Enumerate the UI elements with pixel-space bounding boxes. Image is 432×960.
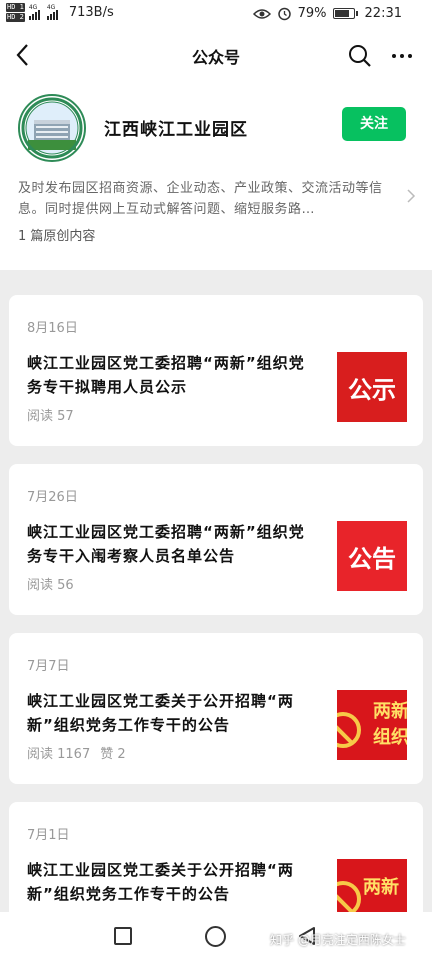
more-icon[interactable]	[390, 44, 414, 68]
sim-indicators: HD 1 HD 2	[6, 3, 25, 22]
network2-label: 4G	[46, 3, 56, 11]
clock: 22:31	[364, 6, 402, 21]
recent-apps-icon[interactable]	[114, 927, 132, 945]
chevron-right-icon[interactable]	[406, 189, 416, 203]
article-title[interactable]: 峡江工业园区党工委关于公开招聘“两新”组织党务工作专干的公告	[27, 689, 317, 737]
battery-percent: 79%	[297, 6, 327, 21]
read-count: 阅读 56	[27, 578, 74, 593]
account-logo[interactable]	[18, 94, 86, 162]
account-name: 江西峡江工业园区	[104, 120, 248, 140]
sim1-label: HD 1	[6, 3, 25, 12]
original-count[interactable]: 1 篇原创内容	[18, 225, 95, 244]
logo-image	[21, 97, 83, 159]
status-left: HD 1 HD 2 4G 4G 713B/s	[6, 3, 114, 22]
battery-icon	[332, 8, 358, 19]
article-stats: 阅读 1167 赞 2	[27, 743, 126, 762]
article-thumbnail[interactable]: 两新	[337, 859, 407, 919]
search-icon[interactable]	[348, 44, 372, 68]
article-date: 7月26日	[27, 490, 78, 505]
alarm-icon	[277, 7, 291, 21]
article-title[interactable]: 峡江工业园区党工委招聘“两新”组织党务专干拟聘用人员公示	[27, 351, 317, 399]
like-count: 赞 2	[100, 747, 126, 762]
article-card[interactable]: 8月16日 峡江工业园区党工委招聘“两新”组织党务专干拟聘用人员公示 阅读 57…	[9, 295, 423, 446]
watermark: 知乎 @月亮注定西陈女士	[270, 933, 406, 947]
article-date: 7月1日	[27, 828, 70, 843]
status-right: 79% 22:31	[252, 6, 402, 21]
thumbnail-label: 公告	[348, 544, 396, 573]
thumbnail-label: 公示	[348, 375, 396, 404]
account-description[interactable]: 及时发布园区招商资源、企业动态、产业政策、交流活动等信息。同时提供网上互动式解答…	[18, 178, 400, 220]
article-card[interactable]: 7月7日 峡江工业园区党工委关于公开招聘“两新”组织党务工作专干的公告 阅读 1…	[9, 633, 423, 784]
nav-bar: 公众号	[0, 30, 432, 82]
party-emblem-icon	[337, 881, 361, 917]
article-title[interactable]: 峡江工业园区党工委招聘“两新”组织党务专干入闱考察人员名单公告	[27, 520, 317, 568]
signal-icon: 4G	[28, 3, 43, 20]
network-speed: 713B/s	[68, 5, 114, 20]
article-card[interactable]: 7月26日 峡江工业园区党工委招聘“两新”组织党务专干入闱考察人员名单公告 阅读…	[9, 464, 423, 615]
signal-icon-2: 4G	[46, 3, 61, 20]
article-title[interactable]: 峡江工业园区党工委关于公开招聘“两新”组织党务工作专干的公告	[27, 858, 317, 906]
eye-icon	[252, 8, 271, 19]
follow-button[interactable]: 关注	[342, 107, 406, 141]
system-nav-bar: 知乎 @月亮注定西陈女士	[0, 912, 432, 960]
article-stats: 阅读 56	[27, 574, 84, 593]
network1-label: 4G	[28, 3, 38, 11]
home-icon[interactable]	[205, 926, 226, 947]
article-card[interactable]: 7月1日 峡江工业园区党工委关于公开招聘“两新”组织党务工作专干的公告 两新	[9, 802, 423, 922]
article-date: 7月7日	[27, 659, 70, 674]
party-emblem-icon	[337, 712, 361, 748]
read-count: 阅读 1167	[27, 747, 91, 762]
article-date: 8月16日	[27, 321, 78, 336]
status-bar: HD 1 HD 2 4G 4G 713B/s 79% 22:31	[0, 0, 432, 30]
account-profile: 江西峡江工业园区 关注 及时发布园区招商资源、企业动态、产业政策、交流活动等信息…	[0, 82, 432, 270]
article-stats: 阅读 57	[27, 405, 84, 424]
article-thumbnail[interactable]: 公示	[337, 352, 407, 422]
read-count: 阅读 57	[27, 409, 74, 424]
article-thumbnail[interactable]: 公告	[337, 521, 407, 591]
article-thumbnail[interactable]: 两新组织	[337, 690, 407, 760]
sim2-label: HD 2	[6, 13, 25, 22]
